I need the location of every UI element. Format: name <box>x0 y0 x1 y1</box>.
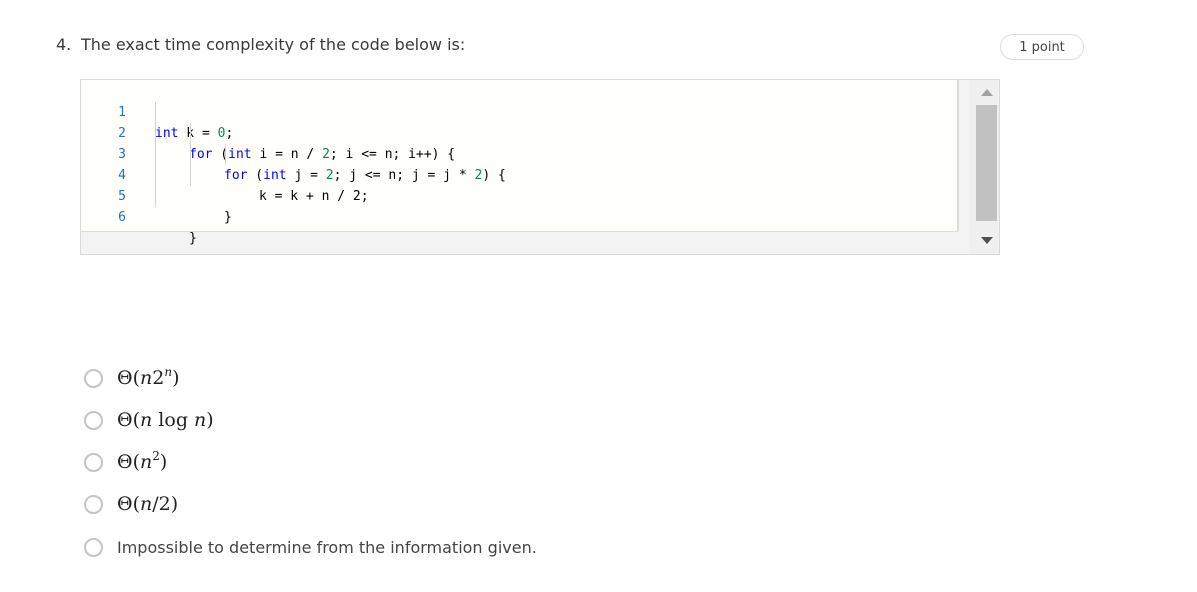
radio-button[interactable] <box>84 537 103 557</box>
code-text: for (int i = n / 2; i <= n; i++) { <box>189 147 456 162</box>
radio-button[interactable] <box>84 494 103 514</box>
scroll-thumb[interactable] <box>976 105 997 221</box>
code-line-5: 5 } <box>81 165 232 225</box>
indent-guide <box>155 102 156 207</box>
editor-divider <box>958 80 959 231</box>
code-line-1: 1 int k = 0; <box>81 81 233 141</box>
code-area[interactable]: 1 int k = 0; 2 for (int i = n / 2; i <= … <box>81 80 958 246</box>
indent-guide <box>225 144 226 165</box>
option-label: Θ(n2n) <box>117 365 180 389</box>
option-label: Θ(n2) <box>117 449 168 473</box>
option-label: Θ(n log n) <box>117 409 214 431</box>
question-header: 4. The exact time complexity of the code… <box>56 35 465 54</box>
radio-button[interactable] <box>84 452 103 472</box>
code-text: for (int j = 2; j <= n; j = j * 2) { <box>224 168 506 183</box>
scroll-down-arrow-icon[interactable] <box>981 237 993 244</box>
option-label: Impossible to determine from the informa… <box>117 537 537 557</box>
line-number: 6 <box>118 210 126 225</box>
code-text: int k = 0; <box>155 126 234 141</box>
code-line-6: 6 } <box>81 186 197 246</box>
scroll-up-arrow-icon[interactable] <box>981 89 993 96</box>
question-text: The exact time complexity of the code be… <box>81 35 466 54</box>
code-text: k = k + n / 2; <box>259 189 369 204</box>
option-1[interactable]: Θ(n2n) <box>84 365 180 391</box>
code-line-2: 2 for (int i = n / 2; i <= n; i++) { <box>81 102 455 162</box>
question-number: 4. <box>56 35 72 54</box>
radio-button[interactable] <box>84 410 103 430</box>
code-line-4: 4 k = k + n / 2; <box>81 144 368 204</box>
option-5[interactable]: Impossible to determine from the informa… <box>84 534 537 560</box>
code-text: } <box>224 210 232 225</box>
code-line-3: 3 for (int j = 2; j <= n; j = j * 2) { <box>81 123 506 183</box>
option-3[interactable]: Θ(n2) <box>84 449 167 475</box>
option-2[interactable]: Θ(n log n) <box>84 407 214 433</box>
indent-guide <box>190 123 191 186</box>
code-editor[interactable]: 1 int k = 0; 2 for (int i = n / 2; i <= … <box>80 79 1000 255</box>
option-4[interactable]: Θ(n/2) <box>84 491 178 517</box>
radio-button[interactable] <box>84 368 103 388</box>
quiz-page: 4. The exact time complexity of the code… <box>0 0 1197 592</box>
points-badge: 1 point <box>1000 34 1084 60</box>
option-label: Θ(n/2) <box>117 493 179 515</box>
code-text: } <box>189 231 197 246</box>
